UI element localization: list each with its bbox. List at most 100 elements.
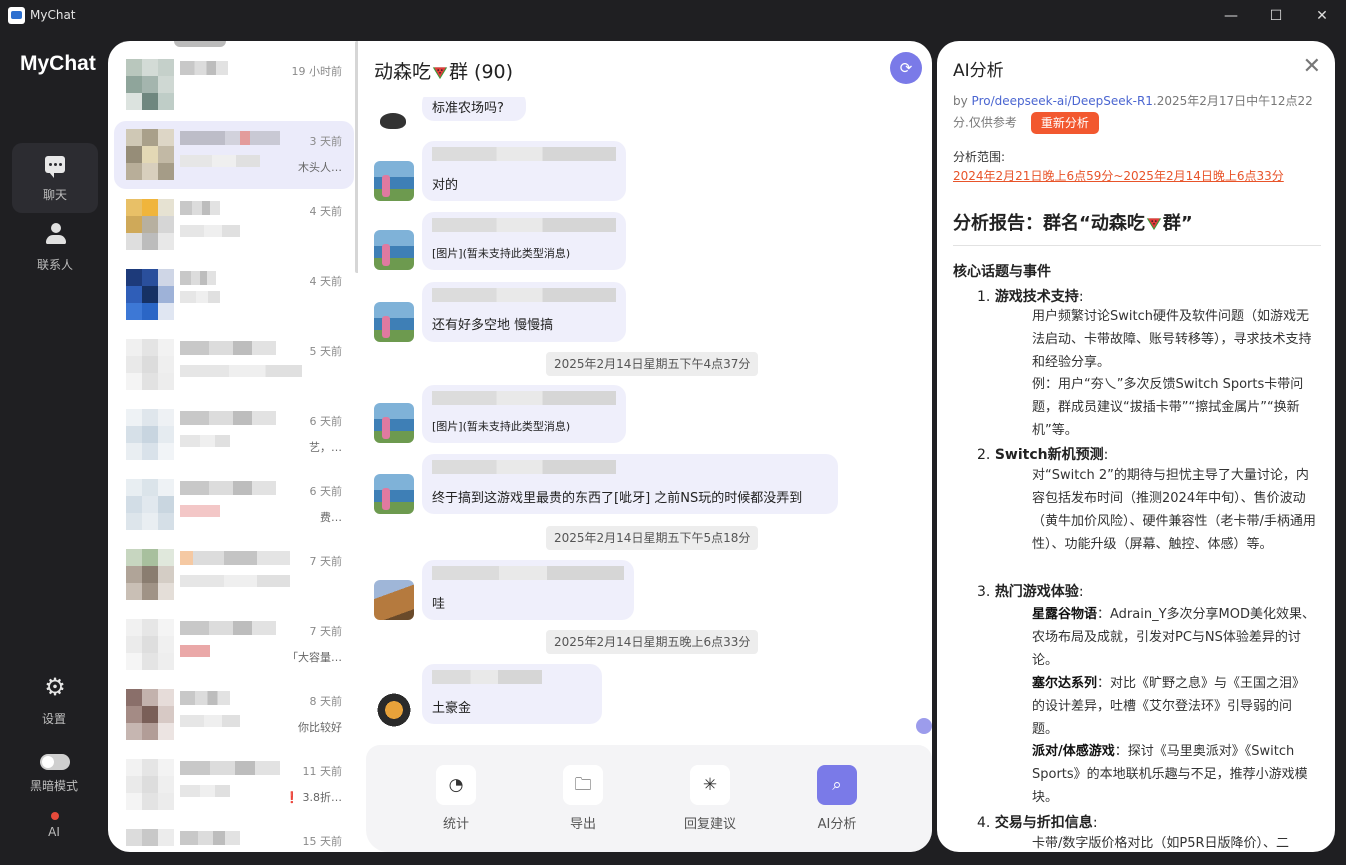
blurred-message bbox=[180, 435, 230, 447]
brand-logo: MyChat bbox=[20, 52, 96, 75]
message-bubble[interactable]: 还有好多空地 慢慢搞 bbox=[422, 282, 626, 342]
export-button[interactable]: 🗀 导出 bbox=[543, 765, 623, 832]
blurred-sender bbox=[432, 670, 542, 684]
close-window-button[interactable]: ✕ bbox=[1299, 0, 1345, 32]
conversation-item[interactable]: 6 天前 艺，… bbox=[114, 401, 354, 469]
blurred-name bbox=[180, 551, 290, 565]
conversation-snippet: 费… bbox=[320, 511, 342, 524]
settings-gear-icon[interactable]: ⚙ bbox=[44, 675, 66, 699]
message-text: 哇 bbox=[432, 597, 446, 612]
sidebar-item-chat[interactable]: 聊天 bbox=[12, 143, 98, 213]
refresh-icon[interactable]: ⟳ bbox=[890, 52, 922, 84]
colon: : bbox=[1103, 447, 1109, 463]
avatar bbox=[374, 688, 414, 728]
message-bubble[interactable]: 对的 bbox=[422, 141, 626, 201]
colon: : bbox=[1078, 584, 1084, 600]
timestamp-chip: 2025年2月14日星期五下午5点18分 bbox=[546, 526, 759, 550]
blurred-message bbox=[180, 365, 302, 377]
blurred-message bbox=[180, 505, 220, 517]
sidebar: MyChat 聊天 联系人 ⚙ 设置 黑暗模式 AI bbox=[0, 32, 108, 865]
paragraph: 卡带/数字版价格对比（如P5R日版降价）、二 bbox=[1032, 836, 1290, 851]
message-text: 还有好多空地 慢慢搞 bbox=[432, 318, 554, 333]
close-icon[interactable]: ✕ bbox=[1303, 54, 1321, 79]
message-bubble[interactable]: 土豪金 bbox=[422, 664, 602, 724]
model-link[interactable]: Pro/deepseek-ai/DeepSeek-R1 bbox=[972, 94, 1153, 108]
sidebar-item-label: 联系人 bbox=[36, 258, 73, 272]
scroll-handle[interactable] bbox=[174, 41, 226, 47]
conversation-item[interactable]: 8 天前 你比较好 bbox=[114, 681, 354, 749]
conversation-item-selected[interactable]: 3 天前 木头人… bbox=[114, 121, 354, 189]
conversation-item[interactable]: 5 天前 bbox=[114, 331, 354, 399]
conversation-snippet: 艺，… bbox=[309, 441, 342, 454]
conversation-item[interactable]: 6 天前 费… bbox=[114, 471, 354, 539]
loading-spinner-icon: ✳ bbox=[690, 765, 730, 805]
settings-label[interactable]: 设置 bbox=[0, 710, 108, 727]
sidebar-item-contacts[interactable]: 联系人 bbox=[12, 213, 98, 283]
message-bubble[interactable]: 哇 bbox=[422, 560, 634, 620]
reply-suggestion-button[interactable]: ✳ 回复建议 bbox=[670, 765, 750, 832]
conversation-time: 7 天前 bbox=[309, 555, 343, 568]
message-text: 终于搞到这游戏里最贵的东西了[呲牙] 之前NS玩的时候都没弄到 bbox=[432, 491, 803, 506]
conversation-snippet: 「大容量… bbox=[287, 651, 342, 664]
blurred-sender bbox=[432, 566, 624, 580]
sidebar-item-label: 聊天 bbox=[42, 188, 67, 202]
avatar bbox=[374, 161, 414, 201]
game-title: 塞尔达系列 bbox=[1032, 676, 1098, 691]
message-bubble[interactable]: [图片](暂未支持此类型消息) bbox=[422, 385, 626, 443]
report-title-suffix: 群” bbox=[1162, 213, 1193, 234]
range-value[interactable]: 2024年2月21日晚上6点59分~2025年2月14日晚上6点33分 bbox=[953, 167, 1284, 184]
maximize-button[interactable]: ☐ bbox=[1253, 0, 1299, 32]
conversation-item[interactable]: 4 天前 bbox=[114, 191, 354, 259]
conversation-time: 15 天前 bbox=[302, 835, 343, 848]
blurred-name bbox=[180, 691, 230, 705]
conversation-item[interactable]: 7 天前 bbox=[114, 541, 354, 609]
reanalyze-button[interactable]: 重新分析 bbox=[1030, 112, 1099, 134]
paragraph: 例：用户“夯乀”多次反馈Switch Sports卡带问题，群成员建议“拔插卡带… bbox=[1032, 377, 1304, 438]
blurred-name bbox=[180, 61, 228, 75]
blurred-message bbox=[180, 575, 290, 587]
conversation-time: 7 天前 bbox=[309, 625, 343, 638]
message-bubble[interactable]: 终于搞到这游戏里最贵的东西了[呲牙] 之前NS玩的时候都没弄到 bbox=[422, 454, 838, 514]
conversation-item[interactable]: 4 天前 bbox=[114, 261, 354, 329]
conversation-time: 11 天前 bbox=[302, 765, 343, 778]
blurred-avatar bbox=[126, 409, 174, 461]
avatar bbox=[374, 99, 414, 139]
blurred-sender bbox=[432, 147, 616, 161]
conversation-item[interactable]: 15 天前 bbox=[114, 821, 354, 852]
chat-scroll-indicator[interactable] bbox=[916, 718, 932, 734]
pie-chart-icon: ◔ bbox=[436, 765, 476, 805]
list-item-4: 4. 交易与折扣信息: bbox=[977, 812, 1098, 832]
dark-mode-toggle[interactable] bbox=[40, 754, 70, 770]
stats-button[interactable]: ◔ 统计 bbox=[416, 765, 496, 832]
conversation-time: 8 天前 bbox=[309, 695, 343, 708]
blurred-name bbox=[180, 271, 216, 285]
blurred-message bbox=[180, 225, 240, 237]
conversation-item[interactable]: 7 天前 「大容量… bbox=[114, 611, 354, 679]
conversation-item[interactable]: 19 小时前 bbox=[114, 51, 354, 119]
blurred-message bbox=[180, 155, 260, 167]
ai-label[interactable]: AI bbox=[0, 825, 108, 839]
avatar bbox=[374, 580, 414, 620]
avatar bbox=[374, 474, 414, 514]
chat-title-suffix: 群 (90) bbox=[449, 61, 514, 83]
watermelon-icon bbox=[1146, 218, 1162, 231]
message-bubble[interactable]: [图片](暂未支持此类型消息) bbox=[422, 212, 626, 270]
message-bubble[interactable]: 标准农场吗? bbox=[422, 97, 526, 121]
watermelon-icon bbox=[432, 67, 448, 80]
ai-search-icon: ⌕ bbox=[817, 765, 857, 805]
ai-analysis-button[interactable]: ⌕ AI分析 bbox=[797, 765, 877, 832]
minimize-button[interactable]: — bbox=[1208, 0, 1254, 32]
list-item-2: 2. Switch新机预测: bbox=[977, 444, 1108, 464]
ai-notification-dot bbox=[51, 812, 59, 820]
export-folder-icon: 🗀 bbox=[563, 765, 603, 805]
list-item-1: 1. 游戏技术支持: bbox=[977, 286, 1084, 306]
colon: : bbox=[1092, 815, 1098, 831]
message-text: [图片](暂未支持此类型消息) bbox=[432, 420, 571, 433]
message-list[interactable]: 标准农场吗? 对的 [图片](暂未支持此类型消息) 还有好多空地 慢慢搞 202 bbox=[358, 97, 932, 745]
blurred-message bbox=[180, 291, 220, 303]
conversation-time: 4 天前 bbox=[309, 205, 343, 218]
tool-label: 回复建议 bbox=[683, 817, 736, 832]
conversation-item[interactable]: 11 天前 ❗ 3.8折… bbox=[114, 751, 354, 819]
chat-panel: 动森吃群 (90) ⟳ 标准农场吗? 对的 [图片](暂未支持此类型消息) 还有… bbox=[358, 41, 932, 852]
conversation-time: 3 天前 bbox=[309, 135, 343, 148]
